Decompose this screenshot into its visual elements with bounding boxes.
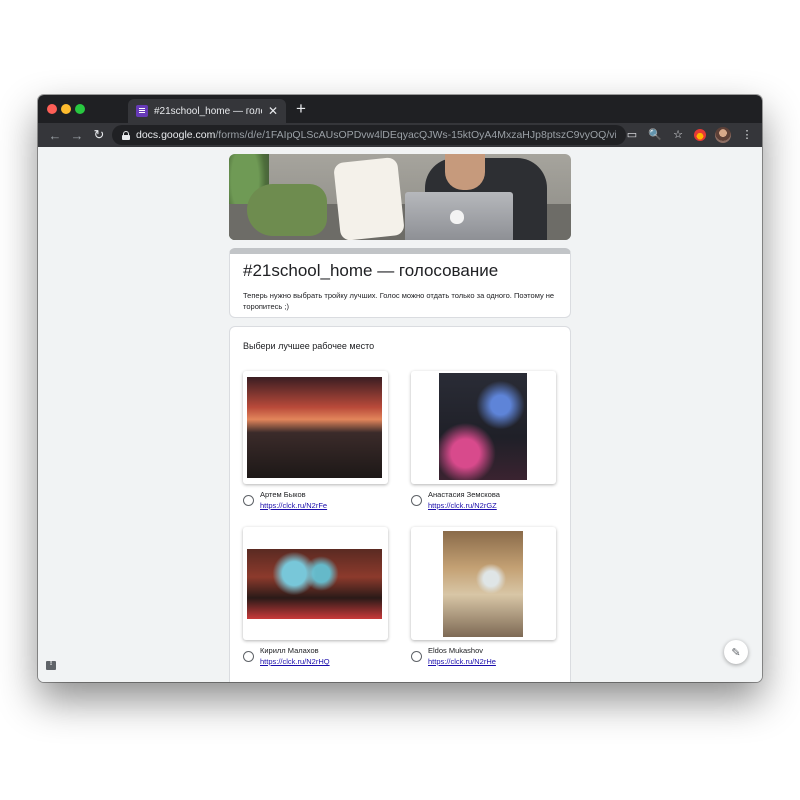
extension-icon[interactable]	[694, 129, 706, 141]
url-path: /forms/d/e/1FAIpQLScAUsOPDvw4lDEqyacQJWs…	[215, 129, 616, 141]
apple-logo-icon	[450, 210, 464, 224]
bookmark-star-icon[interactable]: ☆	[671, 127, 685, 143]
option-image	[411, 371, 556, 484]
minimize-window-button[interactable]	[61, 104, 71, 114]
cast-icon[interactable]: ▭	[625, 127, 639, 143]
browser-tab[interactable]: #21school_home — голосование ✕	[128, 99, 286, 123]
option-item[interactable]: Eldos Mukashov https://clck.ru/N2rHe	[411, 527, 556, 677]
option-label: Артем Быков	[260, 490, 306, 499]
feedback-icon[interactable]	[46, 660, 56, 670]
option-label: Анастасия Земскова	[428, 490, 500, 499]
question-card: Выбери лучшее рабочее место Артем Быков …	[229, 326, 571, 682]
new-tab-button[interactable]: +	[296, 99, 306, 119]
radio-button[interactable]	[411, 495, 422, 506]
url-host: docs.google.com	[136, 129, 216, 141]
tab-title: #21school_home — голосование	[154, 105, 262, 117]
close-window-button[interactable]	[47, 104, 57, 114]
option-label: Eldos Mukashov	[428, 646, 484, 655]
radio-button[interactable]	[411, 651, 422, 662]
option-link[interactable]: https://clck.ru/N2rFe	[260, 501, 327, 510]
option-image	[411, 527, 556, 640]
page-content: #21school_home — голосование Теперь нужн…	[38, 147, 762, 682]
back-icon[interactable]: ←	[44, 128, 66, 143]
option-item[interactable]: Артем Быков https://clck.ru/N2rFe	[243, 371, 388, 521]
option-item[interactable]: Анастасия Земскова https://clck.ru/N2rGZ	[411, 371, 556, 521]
maximize-window-button[interactable]	[75, 104, 85, 114]
url-text[interactable]: docs.google.com/forms/d/e/1FAIpQLScAUsOP…	[136, 129, 616, 141]
option-link[interactable]: https://clck.ru/N2rHQ	[260, 657, 330, 666]
browser-window: #21school_home — голосование ✕ + ← → ↻ d…	[38, 95, 762, 682]
option-link[interactable]: https://clck.ru/N2rGZ	[428, 501, 497, 510]
toolbar-actions: ▭ 🔍 ☆ ⋮	[625, 127, 754, 143]
question-title: Выбери лучшее рабочее место	[243, 341, 375, 351]
forward-icon[interactable]: →	[66, 128, 88, 143]
edit-pencil-icon[interactable]: ✎	[724, 640, 748, 664]
browser-menu-icon[interactable]: ⋮	[740, 127, 754, 143]
radio-button[interactable]	[243, 495, 254, 506]
option-image	[243, 527, 388, 640]
lock-icon	[122, 130, 130, 140]
profile-avatar[interactable]	[715, 127, 731, 143]
form-description: Теперь нужно выбрать тройку лучших. Голо…	[243, 291, 555, 311]
option-image	[243, 371, 388, 484]
option-item[interactable]: Кирилл Малахов https://clck.ru/N2rHQ	[243, 527, 388, 677]
form-title-card: #21school_home — голосование Теперь нужн…	[229, 248, 571, 318]
google-forms-icon	[136, 105, 148, 117]
form-title: #21school_home — голосование	[243, 261, 499, 280]
option-label: Кирилл Малахов	[260, 646, 319, 655]
zoom-icon[interactable]: 🔍	[648, 127, 662, 143]
form-header-image	[229, 154, 571, 240]
tab-close-icon[interactable]: ✕	[268, 105, 278, 117]
browser-toolbar: ← → ↻ docs.google.com/forms/d/e/1FAIpQLS…	[38, 123, 762, 147]
radio-button[interactable]	[243, 651, 254, 662]
title-bar: #21school_home — голосование ✕ +	[38, 95, 762, 123]
reload-icon[interactable]: ↻	[88, 127, 110, 143]
address-bar[interactable]: docs.google.com/forms/d/e/1FAIpQLScAUsOP…	[112, 125, 626, 145]
option-link[interactable]: https://clck.ru/N2rHe	[428, 657, 496, 666]
